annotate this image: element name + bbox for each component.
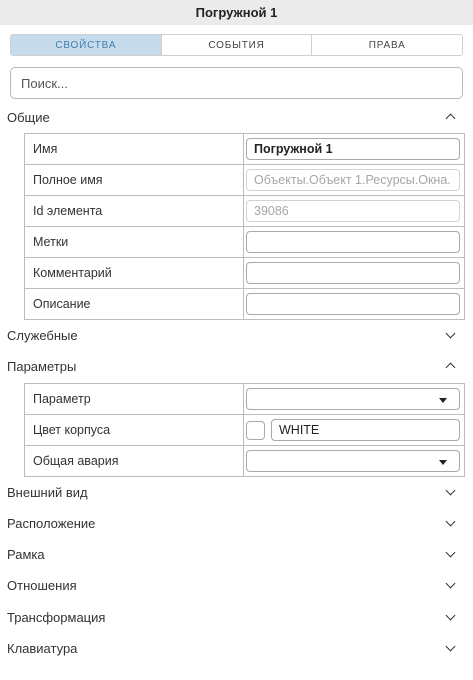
property-row-comment: Комментарий <box>25 258 464 289</box>
description-field[interactable] <box>246 293 460 315</box>
chevron-down-icon[interactable] <box>445 485 456 495</box>
general-properties-grid: Имя Полное имя Id элемента Метки Коммент… <box>24 133 465 320</box>
parameters-grid: Параметр Цвет корпуса Общая авария <box>24 383 465 477</box>
section-frame-header[interactable]: Рамка <box>0 543 473 565</box>
section-relations-header[interactable]: Отношения <box>0 574 473 596</box>
property-row-element-id: Id элемента <box>25 196 464 227</box>
property-label-parameter: Параметр <box>25 384 244 414</box>
property-label-name: Имя <box>25 134 244 164</box>
name-field[interactable] <box>246 138 460 160</box>
section-service-header[interactable]: Служебные <box>0 324 473 346</box>
tab-events[interactable]: СОБЫТИЯ <box>161 35 313 55</box>
body-color-field[interactable] <box>271 419 460 441</box>
parameter-select[interactable] <box>246 388 460 410</box>
section-placement-header[interactable]: Расположение <box>0 512 473 534</box>
property-label-general-alarm: Общая авария <box>25 446 244 476</box>
section-appearance-title: Внешний вид <box>7 484 88 500</box>
property-row-name: Имя <box>25 134 464 165</box>
section-parameters-header[interactable]: Параметры <box>0 355 473 377</box>
section-appearance-header[interactable]: Внешний вид <box>0 481 473 503</box>
property-label-comment: Комментарий <box>25 258 244 288</box>
section-frame-title: Рамка <box>7 546 45 562</box>
section-relations-title: Отношения <box>7 577 77 593</box>
element-id-field <box>246 200 460 222</box>
property-row-tags: Метки <box>25 227 464 258</box>
property-row-body-color: Цвет корпуса <box>25 415 464 446</box>
chevron-down-icon[interactable] <box>445 578 456 588</box>
section-general-title: Общие <box>7 109 50 125</box>
chevron-up-icon[interactable] <box>445 113 456 124</box>
tab-bar: СВОЙСТВА СОБЫТИЯ ПРАВА <box>10 34 463 56</box>
property-label-full-name: Полное имя <box>25 165 244 195</box>
window-title: Погружной 1 <box>0 0 473 25</box>
property-row-description: Описание <box>25 289 464 320</box>
general-alarm-select[interactable] <box>246 450 460 472</box>
chevron-down-icon[interactable] <box>445 328 456 338</box>
section-keyboard-title: Клавиатура <box>7 640 78 656</box>
chevron-up-icon[interactable] <box>445 362 456 373</box>
property-label-tags: Метки <box>25 227 244 257</box>
chevron-down-icon[interactable] <box>445 547 456 557</box>
section-keyboard-header[interactable]: Клавиатура <box>0 637 473 659</box>
dropdown-arrow-icon <box>439 398 447 403</box>
property-label-body-color: Цвет корпуса <box>25 415 244 445</box>
section-transform-title: Трансформация <box>7 609 106 625</box>
section-placement-title: Расположение <box>7 515 96 531</box>
chevron-down-icon[interactable] <box>445 516 456 526</box>
property-row-full-name: Полное имя <box>25 165 464 196</box>
tab-rights[interactable]: ПРАВА <box>312 35 462 55</box>
chevron-down-icon[interactable] <box>445 641 456 651</box>
section-transform-header[interactable]: Трансформация <box>0 606 473 628</box>
tab-properties[interactable]: СВОЙСТВА <box>11 35 162 55</box>
property-label-description: Описание <box>25 289 244 319</box>
full-name-field <box>246 169 460 191</box>
search-input[interactable] <box>10 67 463 99</box>
property-row-parameter: Параметр <box>25 384 464 415</box>
section-parameters-title: Параметры <box>7 358 77 374</box>
dropdown-arrow-icon <box>439 460 447 465</box>
color-swatch[interactable] <box>246 420 265 440</box>
chevron-down-icon[interactable] <box>445 610 456 620</box>
section-general-header[interactable]: Общие <box>0 106 473 128</box>
property-row-general-alarm: Общая авария <box>25 446 464 477</box>
comment-field[interactable] <box>246 262 460 284</box>
tags-field[interactable] <box>246 231 460 253</box>
section-service-title: Служебные <box>7 327 78 343</box>
property-label-element-id: Id элемента <box>25 196 244 226</box>
